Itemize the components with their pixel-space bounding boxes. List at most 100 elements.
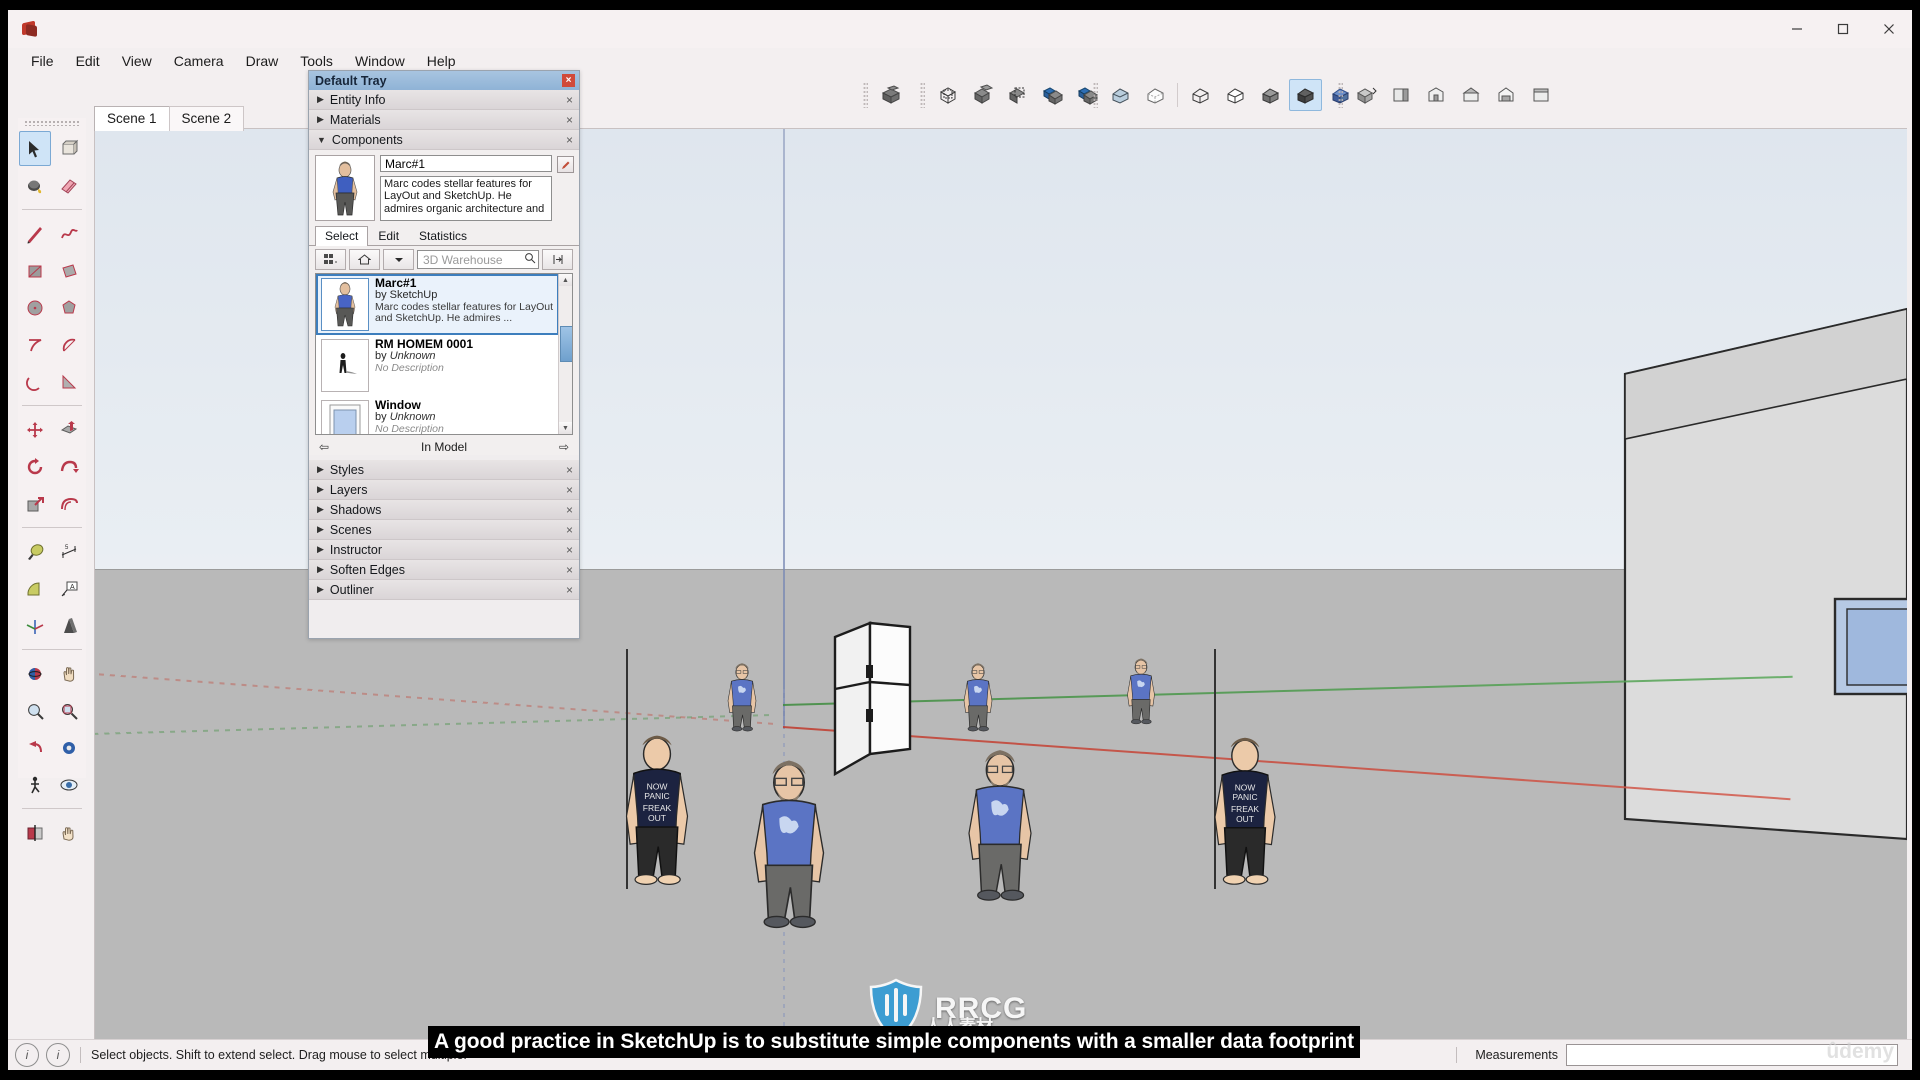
section-close-icon[interactable]: × (566, 463, 579, 477)
menu-window[interactable]: Window (344, 51, 416, 71)
top-view-icon[interactable] (1384, 79, 1417, 111)
previous-view-tool-icon[interactable] (19, 730, 51, 765)
orbit-tool-icon[interactable] (19, 656, 51, 691)
arc-tool-icon[interactable] (19, 327, 51, 362)
zoom-tool-icon[interactable] (19, 693, 51, 728)
person-figure[interactable] (625, 734, 689, 886)
shaded-style-icon[interactable] (1254, 79, 1287, 111)
menu-tools[interactable]: Tools (289, 51, 344, 71)
person-figure[interactable] (1127, 658, 1155, 725)
section-close-icon[interactable]: × (566, 133, 579, 147)
menu-draw[interactable]: Draw (235, 51, 290, 71)
circle-tool-icon[interactable] (19, 290, 51, 325)
shaded-with-textures-style-icon[interactable] (1289, 79, 1322, 111)
tray-section-entity-info[interactable]: ▶ Entity Info × (309, 90, 579, 110)
scene-tab-2[interactable]: Scene 2 (168, 106, 245, 131)
tray-section-materials[interactable]: ▶ Materials × (309, 110, 579, 130)
follow-me-tool-icon[interactable] (53, 449, 85, 484)
default-tray-panel[interactable]: Default Tray × ▶ Entity Info × ▶ Materia… (308, 70, 580, 639)
scene-tab-1[interactable]: Scene 1 (94, 106, 170, 131)
menu-help[interactable]: Help (416, 51, 467, 71)
person-figure[interactable] (963, 662, 993, 732)
line-tool-icon[interactable] (19, 216, 51, 251)
toolbar-grip[interactable] (920, 82, 925, 108)
pie-tool-icon[interactable] (53, 364, 85, 399)
minimize-button[interactable] (1774, 10, 1820, 48)
details-flyout-icon[interactable] (542, 249, 573, 270)
freehand-tool-icon[interactable] (53, 216, 85, 251)
tray-close-button[interactable]: × (562, 74, 575, 87)
section-close-icon[interactable]: × (566, 543, 579, 557)
section-close-icon[interactable]: × (566, 583, 579, 597)
close-button[interactable] (1866, 10, 1912, 48)
home-icon[interactable] (349, 249, 380, 270)
forward-arrow-icon[interactable]: ⇨ (555, 440, 573, 454)
section-close-icon[interactable]: × (566, 503, 579, 517)
section-close-icon[interactable]: × (566, 113, 579, 127)
back-view-icon[interactable] (1489, 79, 1522, 111)
person-figure[interactable] (727, 662, 757, 732)
xray-style-icon[interactable] (1104, 79, 1137, 111)
toolbar-grip[interactable] (1338, 82, 1343, 108)
toolbar-grip[interactable] (863, 82, 868, 108)
menu-edit[interactable]: Edit (65, 51, 111, 71)
protractor-tool-icon[interactable] (19, 571, 51, 606)
components-list[interactable]: Marc#1 by SketchUp Marc codes stellar fe… (315, 273, 573, 435)
axes-tool-icon[interactable] (19, 608, 51, 643)
tray-section-instructor[interactable]: ▶ Instructor × (309, 540, 579, 560)
eraser-tool-icon[interactable] (53, 168, 85, 203)
position-camera-tool-icon[interactable] (53, 730, 85, 765)
person-figure[interactable] (968, 749, 1032, 901)
component-description-input[interactable]: Marc codes stellar features for LayOut a… (380, 176, 552, 221)
search-input[interactable]: 3D Warehouse (417, 250, 539, 269)
tray-section-layers[interactable]: ▶ Layers × (309, 480, 579, 500)
tab-statistics[interactable]: Statistics (409, 226, 477, 245)
select-tool-icon[interactable] (19, 131, 51, 166)
info-circle-icon[interactable]: i (15, 1043, 39, 1067)
tab-select[interactable]: Select (315, 226, 369, 246)
toolbar-grip[interactable] (1093, 82, 1098, 108)
component-name-input[interactable]: Marc#1 (380, 155, 552, 172)
text-tool-icon[interactable]: A (53, 571, 85, 606)
walk-tool-icon[interactable] (19, 767, 51, 802)
tray-section-outliner[interactable]: ▶ Outliner × (309, 580, 579, 600)
look-around-tool-icon[interactable] (53, 767, 85, 802)
list-item[interactable]: Marc#1 by SketchUp Marc codes stellar fe… (316, 274, 559, 335)
rectangle-tool-icon[interactable] (19, 253, 51, 288)
list-scrollbar[interactable]: ▲ ▼ (558, 274, 572, 434)
two-point-arc-tool-icon[interactable] (53, 327, 85, 362)
iso-view-icon[interactable] (1349, 79, 1382, 111)
union-icon[interactable] (1001, 79, 1034, 111)
back-arrow-icon[interactable]: ⇦ (315, 440, 333, 454)
3d-text-tool-icon[interactable] (53, 608, 85, 643)
push-pull-tool-icon[interactable] (53, 412, 85, 447)
person-figure[interactable] (1214, 737, 1276, 885)
offset-tool-icon[interactable] (53, 486, 85, 521)
list-item[interactable]: Window by Unknown No Description (316, 396, 559, 434)
paint-bucket-tool-icon[interactable] (19, 168, 51, 203)
scale-tool-icon[interactable] (19, 486, 51, 521)
person-figure[interactable] (753, 759, 825, 929)
tray-section-soften-edges[interactable]: ▶ Soften Edges × (309, 560, 579, 580)
pencil-edit-icon[interactable] (557, 156, 574, 173)
section-plane-tool-icon[interactable] (19, 815, 51, 850)
subtract-icon[interactable] (1036, 79, 1069, 111)
scroll-up-icon[interactable]: ▲ (559, 274, 572, 286)
intersect-icon[interactable] (966, 79, 999, 111)
add-location-tool-icon[interactable] (53, 815, 85, 850)
menu-file[interactable]: File (20, 51, 65, 71)
tray-section-styles[interactable]: ▶ Styles × (309, 460, 579, 480)
menu-view[interactable]: View (111, 51, 163, 71)
info-circle-icon[interactable]: i (46, 1043, 70, 1067)
tape-measure-tool-icon[interactable] (19, 534, 51, 569)
solid-tools-icon[interactable] (874, 79, 907, 111)
three-point-arc-tool-icon[interactable] (19, 364, 51, 399)
tray-section-components[interactable]: ▼ Components × (309, 130, 579, 150)
list-item[interactable]: RM HOMEM 0001 by Unknown No Description (316, 335, 559, 396)
front-view-icon[interactable] (1419, 79, 1452, 111)
palette-grip[interactable] (24, 120, 80, 126)
make-component-tool-icon[interactable] (53, 131, 85, 166)
section-close-icon[interactable]: × (566, 93, 579, 107)
scroll-down-icon[interactable]: ▼ (559, 422, 572, 434)
maximize-button[interactable] (1820, 10, 1866, 48)
